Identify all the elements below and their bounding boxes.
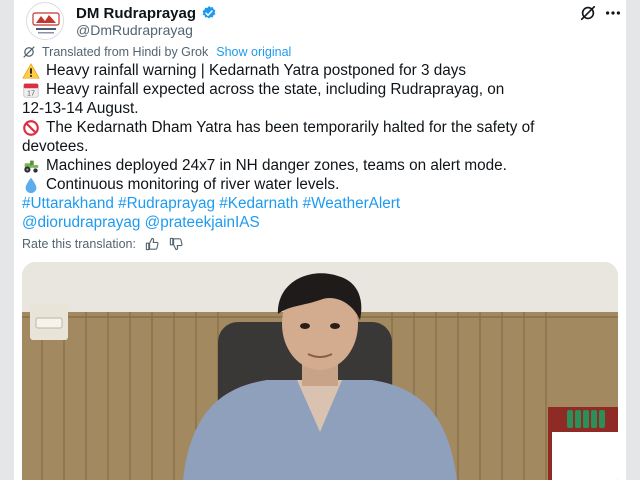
tweet-line-text: The Kedarnath Dham Yatra has been tempor… xyxy=(46,119,535,136)
tweet-line-text: 12-13-14 August. xyxy=(22,100,139,117)
background-right xyxy=(626,0,640,480)
calendar-icon: 17 xyxy=(23,82,39,98)
tweet-line: 17 Heavy rainfall expected across the st… xyxy=(22,80,618,99)
calendar-day: 17 xyxy=(27,88,35,97)
tweet-line-text: Heavy rainfall expected across the state… xyxy=(46,81,505,98)
warning-icon xyxy=(22,62,40,79)
tweet-line: Machines deployed 24x7 in NH danger zone… xyxy=(22,156,618,175)
handle[interactable]: @DmRudraprayag xyxy=(76,22,193,38)
tweet-header: DM Rudraprayag @DmRudraprayag xyxy=(14,0,626,40)
tweet-card[interactable]: DM Rudraprayag @DmRudraprayag Translated… xyxy=(14,0,626,480)
more-options-icon[interactable] xyxy=(604,4,622,22)
tweet-line: The Kedarnath Dham Yatra has been tempor… xyxy=(22,118,618,137)
grok-small-icon xyxy=(23,46,35,58)
display-name[interactable]: DM Rudraprayag xyxy=(76,5,196,22)
mentions-line[interactable]: @diorudraprayag @prateekjainIAS xyxy=(22,213,618,232)
tweet-line: Continuous monitoring of river water lev… xyxy=(22,175,618,194)
background-left xyxy=(0,0,14,480)
tweet-line-text: devotees. xyxy=(22,138,89,155)
name-row: DM Rudraprayag xyxy=(76,4,217,22)
video-frame xyxy=(22,262,618,480)
tweet-line-text: Heavy rainfall warning | Kedarnath Yatra… xyxy=(46,62,467,79)
avatar[interactable] xyxy=(26,2,64,40)
rate-label: Rate this translation: xyxy=(22,237,136,251)
tractor-icon xyxy=(24,160,39,173)
prohibited-icon xyxy=(23,119,39,136)
tweet-video[interactable] xyxy=(22,262,618,480)
grok-icon[interactable] xyxy=(579,4,597,22)
show-original-link[interactable]: Show original xyxy=(216,45,291,59)
droplet-icon xyxy=(25,177,37,193)
tweet-line: 12-13-14 August. xyxy=(22,99,618,118)
translation-notice: Translated from Hindi by Grok Show origi… xyxy=(22,44,291,60)
tweet-text: Heavy rainfall warning | Kedarnath Yatra… xyxy=(22,61,618,232)
rate-translation: Rate this translation: xyxy=(22,236,184,252)
tweet-line: devotees. xyxy=(22,137,618,156)
thumbs-up-icon[interactable] xyxy=(144,236,160,252)
tweet-line-text: Machines deployed 24x7 in NH danger zone… xyxy=(46,157,507,174)
verified-badge-icon xyxy=(202,6,216,19)
tweet-line-text: Continuous monitoring of river water lev… xyxy=(46,176,340,193)
hashtags-line[interactable]: #Uttarakhand #Rudraprayag #Kedarnath #We… xyxy=(22,194,618,213)
tweet-line: Heavy rainfall warning | Kedarnath Yatra… xyxy=(22,61,618,80)
translated-label: Translated from Hindi by Grok xyxy=(42,45,209,59)
thumbs-down-icon[interactable] xyxy=(168,236,184,252)
